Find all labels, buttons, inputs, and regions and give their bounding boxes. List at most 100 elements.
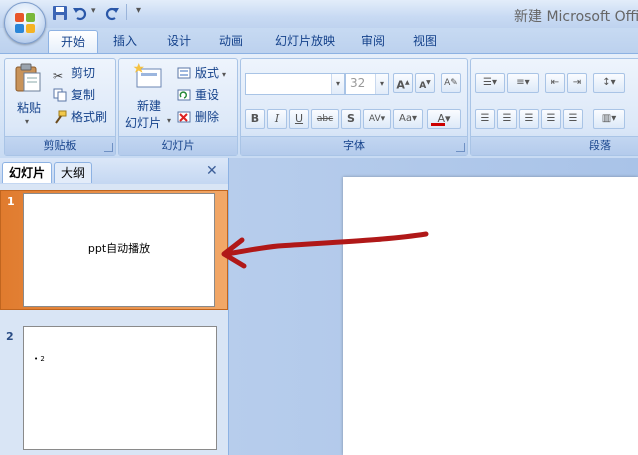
layout-dropdown-icon: ▾ <box>222 70 227 79</box>
new-slide-dropdown-icon: ▾ <box>167 116 172 125</box>
tab-slideshow[interactable]: 幻灯片放映 <box>266 30 344 52</box>
change-case-icon[interactable]: Aa▾ <box>393 109 423 129</box>
paste-dropdown-icon: ▾ <box>25 117 30 126</box>
paragraph-group: ☰▾ ≡▾ ⇤ ⇥ ↕▾ ☰ ☰ ☰ ☰ ☰ ▥▾ 段落 <box>470 58 638 156</box>
font-name-dropdown-icon[interactable]: ▾ <box>331 74 344 94</box>
font-size-value: 32 <box>350 76 366 90</box>
columns-icon[interactable]: ▥▾ <box>593 109 625 129</box>
slide-editor <box>229 158 638 455</box>
font-size-dropdown-icon[interactable]: ▾ <box>375 74 388 94</box>
save-icon[interactable] <box>52 5 68 21</box>
grow-font-icon[interactable]: A▲ <box>393 73 413 93</box>
tab-insert[interactable]: 插入 <box>104 30 146 52</box>
align-right-icon[interactable]: ☰ <box>519 109 539 129</box>
clipboard-launcher-icon[interactable] <box>104 143 113 152</box>
delete-label: 删除 <box>195 110 220 124</box>
bullets-icon[interactable]: ☰▾ <box>475 73 505 93</box>
slide-number-1: 1 <box>7 195 15 208</box>
paste-button[interactable]: 粘贴 ▾ <box>9 61 47 131</box>
line-spacing-icon[interactable]: ↕▾ <box>593 73 625 93</box>
format-painter-button[interactable]: 格式刷 <box>53 107 107 127</box>
strikethrough-icon[interactable]: abc <box>311 109 339 129</box>
new-slide-button[interactable]: 新建 幻灯片 ▾ <box>121 61 175 133</box>
tab-home[interactable]: 开始 <box>48 30 98 53</box>
office-logo-icon <box>15 13 35 33</box>
undo-dropdown-icon[interactable]: ▾ <box>91 6 96 16</box>
tab-review[interactable]: 审阅 <box>352 30 394 52</box>
copy-icon <box>53 88 67 102</box>
justify-icon[interactable]: ☰ <box>541 109 561 129</box>
font-group-label: 字体 <box>241 136 467 155</box>
distributed-icon[interactable]: ☰ <box>563 109 583 129</box>
bold-icon[interactable]: B <box>245 109 265 129</box>
tab-design[interactable]: 设计 <box>158 30 200 52</box>
new-slide-label-line1: 新建 <box>137 99 162 113</box>
shrink-font-icon[interactable]: A▼ <box>415 73 435 93</box>
reset-icon <box>177 89 191 101</box>
paragraph-group-label: 段落 <box>471 136 638 155</box>
slide-canvas[interactable] <box>343 177 638 455</box>
underline-icon[interactable]: U <box>289 109 309 129</box>
slide-thumbnail-2[interactable]: 2 • 2 <box>0 324 228 452</box>
tab-slides-pane[interactable]: 幻灯片 <box>2 162 53 183</box>
slide-2-text: • 2 <box>34 355 45 363</box>
slide-number-2: 2 <box>6 330 14 343</box>
qa-separator <box>126 4 127 20</box>
window-title: 新建 Microsoft Offic <box>514 9 638 25</box>
paste-label: 粘贴 <box>17 101 42 115</box>
tab-outline-pane[interactable]: 大纲 <box>54 162 93 183</box>
pane-tabs: 幻灯片 大纲 ✕ <box>0 158 228 184</box>
clipboard-group-label: 剪贴板 <box>5 136 115 155</box>
clear-formatting-icon[interactable]: A✎ <box>441 73 461 93</box>
italic-icon[interactable]: I <box>267 109 287 129</box>
office-button[interactable] <box>4 2 46 44</box>
copy-button[interactable]: 复制 <box>53 85 95 105</box>
font-group: ▾ 32 ▾ A▲ A▼ A✎ B I U abc S AV▾ Aa▾ A ▾ 字… <box>240 58 468 156</box>
slide-thumbnail-1[interactable]: 1 ppt自动播放 <box>0 190 228 310</box>
paste-icon <box>15 63 41 92</box>
font-color-icon[interactable]: A ▾ <box>427 109 461 129</box>
customize-icon[interactable]: ▾ <box>136 5 141 16</box>
cut-label: 剪切 <box>71 66 96 80</box>
numbering-icon[interactable]: ≡▾ <box>507 73 539 93</box>
format-painter-label: 格式刷 <box>71 110 108 124</box>
slides-group-label: 幻灯片 <box>119 136 237 155</box>
ribbon-tab-bar: 开始 插入 设计 动画 幻灯片放映 审阅 视图 <box>0 28 638 54</box>
new-slide-icon <box>133 63 162 88</box>
title-bar: ▾ ▾ 新建 Microsoft Offic <box>0 0 638 28</box>
delete-icon <box>177 111 191 123</box>
layout-button[interactable]: 版式 ▾ <box>177 63 226 83</box>
reset-button[interactable]: 重设 <box>177 85 219 105</box>
slides-pane: 幻灯片 大纲 ✕ 1 ppt自动播放 2 • 2 <box>0 158 229 455</box>
annotation-arrow <box>221 231 429 269</box>
slide-preview-1: ppt自动播放 <box>23 193 215 307</box>
new-slide-label-line2: 幻灯片 <box>125 116 162 130</box>
align-center-icon[interactable]: ☰ <box>497 109 517 129</box>
shadow-icon[interactable]: S <box>341 109 361 129</box>
font-size-combo[interactable]: 32 ▾ <box>345 73 389 95</box>
format-painter-icon <box>55 110 67 124</box>
tab-view[interactable]: 视图 <box>404 30 446 52</box>
layout-icon <box>177 67 191 79</box>
font-launcher-icon[interactable] <box>456 143 465 152</box>
clipboard-group: 粘贴 ▾ ✂ 剪切 复制 格式刷 剪贴板 <box>4 58 116 156</box>
close-pane-icon[interactable]: ✕ <box>206 163 218 179</box>
slides-group: 新建 幻灯片 ▾ 版式 ▾ 重设 删除 幻灯片 <box>118 58 238 156</box>
redo-icon[interactable] <box>104 5 120 21</box>
tab-animation[interactable]: 动画 <box>210 30 252 52</box>
slide-1-text: ppt自动播放 <box>87 242 151 255</box>
copy-label: 复制 <box>71 88 96 102</box>
slide-thumbnails: 1 ppt自动播放 2 • 2 <box>0 184 228 455</box>
ribbon: 粘贴 ▾ ✂ 剪切 复制 格式刷 剪贴板 新建 幻灯片 ▾ 版式 ▾ 重设 删除… <box>0 53 638 159</box>
cut-button[interactable]: ✂ 剪切 <box>53 63 95 83</box>
reset-label: 重设 <box>195 88 220 102</box>
font-name-combo[interactable]: ▾ <box>245 73 345 95</box>
delete-button[interactable]: 删除 <box>177 107 219 127</box>
character-spacing-icon[interactable]: AV▾ <box>363 109 391 129</box>
slide-preview-2: • 2 <box>23 326 217 450</box>
increase-indent-icon[interactable]: ⇥ <box>567 73 587 93</box>
align-left-icon[interactable]: ☰ <box>475 109 495 129</box>
decrease-indent-icon[interactable]: ⇤ <box>545 73 565 93</box>
undo-icon[interactable] <box>72 5 88 21</box>
layout-label: 版式 <box>195 66 220 80</box>
